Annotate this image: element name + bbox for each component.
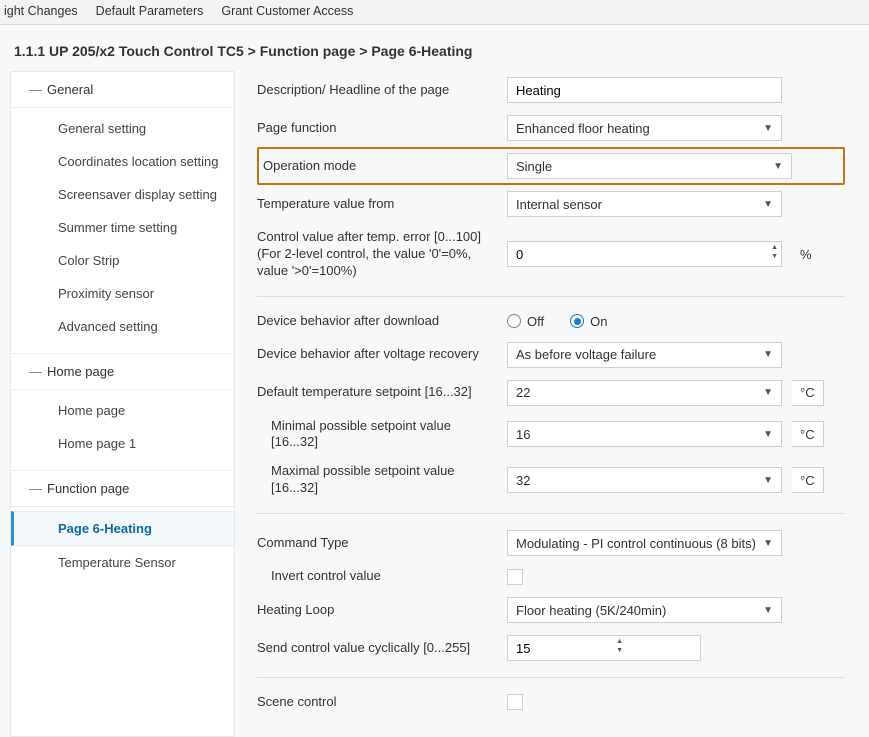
sidebar-item-page6-heating[interactable]: Page 6-Heating [11,511,234,546]
parameter-panel: Description/ Headline of the page Page f… [235,71,859,737]
invert-control-checkbox[interactable] [507,569,523,585]
chevron-down-icon: ▼ [763,429,773,440]
select-value: Floor heating (5K/240min) [516,603,666,618]
sidebar-section-general[interactable]: — General [11,72,234,108]
sidebar-section-label: Function page [47,481,129,496]
sidebar-section-function[interactable]: — Function page [11,471,234,507]
radio-label: On [590,314,607,329]
param-label: Page function [257,120,507,137]
sidebar-item[interactable]: Coordinates location setting [11,145,234,178]
select-value: Modulating - PI control continuous (8 bi… [516,536,756,551]
sidebar-item[interactable]: General setting [11,112,234,145]
collapse-icon: — [29,82,47,97]
param-label: Device behavior after download [257,313,507,330]
command-type-select[interactable]: Modulating - PI control continuous (8 bi… [507,530,782,556]
behavior-download-off-radio[interactable]: Off [507,314,544,329]
sidebar-section-label: General [47,82,93,97]
param-label: Heating Loop [257,602,507,619]
collapse-icon: — [29,481,47,496]
chevron-down-icon: ▼ [763,538,773,549]
control-error-spinner[interactable]: ▲▼ [507,241,782,267]
breadcrumb: 1.1.1 UP 205/x2 Touch Control TC5 > Func… [0,31,859,71]
param-label: Description/ Headline of the page [257,82,507,99]
param-label: Control value after temp. error [0...100… [257,229,507,280]
sidebar-item[interactable]: Summer time setting [11,211,234,244]
param-label: Default temperature setpoint [16...32] [257,384,507,401]
unit-celsius: °C [792,421,824,447]
divider [257,513,845,514]
sidebar-item-temperature-sensor[interactable]: Temperature Sensor [11,546,234,579]
stepper-icon[interactable]: ▲▼ [616,637,623,655]
select-value: Internal sensor [516,197,602,212]
min-setpoint-select[interactable]: 16 ▼ [507,421,782,447]
chevron-down-icon: ▼ [763,349,773,360]
sidebar-item[interactable]: Home page [11,394,234,427]
radio-label: Off [527,314,544,329]
radio-icon [570,314,584,328]
sidebar-item[interactable]: Home page 1 [11,427,234,460]
chevron-down-icon: ▼ [773,161,783,172]
menu-highlight-changes[interactable]: ight Changes [4,4,78,18]
page-function-select[interactable]: Enhanced floor heating ▼ [507,115,782,141]
sidebar-item[interactable]: Proximity sensor [11,277,234,310]
param-label: Command Type [257,535,507,552]
sidebar-item[interactable]: Advanced setting [11,310,234,343]
sidebar-section-label: Home page [47,364,114,379]
operation-mode-select[interactable]: Single ▼ [507,153,792,179]
sidebar-item[interactable]: Color Strip [11,244,234,277]
sidebar: — General General setting Coordinates lo… [10,71,235,737]
select-value: 16 [516,427,530,442]
sidebar-func-items: Page 6-Heating Temperature Sensor [11,507,234,589]
collapse-icon: — [29,364,47,379]
select-value: 32 [516,473,530,488]
select-value: 22 [516,385,530,400]
behavior-voltage-select[interactable]: As before voltage failure ▼ [507,342,782,368]
param-label: Temperature value from [257,196,507,213]
stepper-icon[interactable]: ▲▼ [771,243,778,261]
behavior-download-on-radio[interactable]: On [570,314,607,329]
unit-celsius: °C [792,380,824,406]
sidebar-item[interactable]: Screensaver display setting [11,178,234,211]
param-label: Invert control value [257,568,507,585]
send-cyclic-input[interactable] [507,635,701,661]
param-label: Minimal possible setpoint value [16...32… [257,418,507,452]
control-error-input[interactable] [507,241,782,267]
unit-celsius: °C [792,467,824,493]
top-menu: ight Changes Default Parameters Grant Cu… [0,0,869,25]
heating-loop-select[interactable]: Floor heating (5K/240min) ▼ [507,597,782,623]
chevron-down-icon: ▼ [763,123,773,134]
chevron-down-icon: ▼ [763,199,773,210]
send-cyclic-spinner[interactable]: ▲▼ [507,635,627,661]
param-label: Scene control [257,694,507,711]
sidebar-home-items: Home page Home page 1 [11,390,234,471]
param-label: Send control value cyclically [0...255] [257,640,507,657]
param-label: Device behavior after voltage recovery [257,346,507,363]
select-value: Single [516,159,552,174]
sidebar-section-home[interactable]: — Home page [11,354,234,390]
menu-grant-customer-access[interactable]: Grant Customer Access [221,4,353,18]
radio-icon [507,314,521,328]
chevron-down-icon: ▼ [763,475,773,486]
param-label: Maximal possible setpoint value [16...32… [257,463,507,497]
description-input[interactable] [507,77,782,103]
divider [257,677,845,678]
menu-default-parameters[interactable]: Default Parameters [96,4,204,18]
max-setpoint-select[interactable]: 32 ▼ [507,467,782,493]
select-value: As before voltage failure [516,347,656,362]
param-label: Operation mode [263,158,507,175]
chevron-down-icon: ▼ [763,605,773,616]
select-value: Enhanced floor heating [516,121,650,136]
chevron-down-icon: ▼ [763,387,773,398]
temperature-from-select[interactable]: Internal sensor ▼ [507,191,782,217]
default-setpoint-select[interactable]: 22 ▼ [507,380,782,406]
percent-unit: % [800,247,812,262]
sidebar-general-items: General setting Coordinates location set… [11,108,234,354]
scene-control-checkbox[interactable] [507,694,523,710]
divider [257,296,845,297]
